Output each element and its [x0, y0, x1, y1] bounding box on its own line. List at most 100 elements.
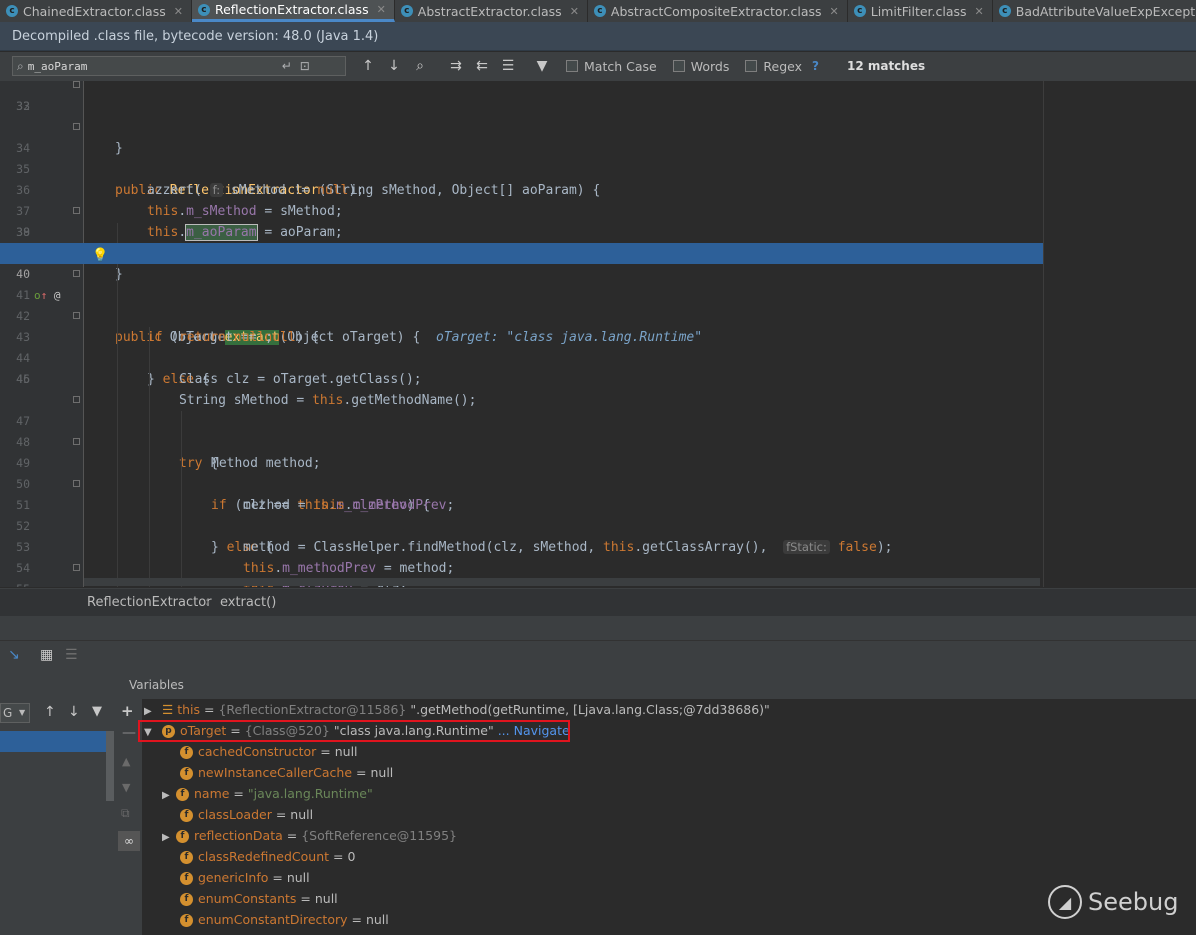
checkbox-box[interactable]	[745, 60, 758, 72]
add-occurrence-icon[interactable]: ⇉	[448, 58, 464, 74]
previous-occurrence-icon[interactable]: ↑	[360, 58, 376, 74]
evaluate-expression-icon[interactable]: ▦	[40, 647, 53, 663]
trace-icon[interactable]: ☰	[65, 647, 78, 663]
variable-row-field[interactable]: f newInstanceCallerCache = null	[180, 762, 393, 783]
tab-abstract-composite-extractor[interactable]: c AbstractCompositeExtractor.class ✕	[588, 0, 848, 22]
code-line: 44 Class clz = oTarget.getClass();	[0, 327, 1043, 387]
step-into-icon[interactable]: ↘	[8, 647, 20, 663]
words-label: Words	[690, 58, 730, 74]
equals-sign: =	[329, 849, 348, 864]
variable-row-field[interactable]: f genericInfo = null	[180, 867, 310, 888]
variable-row-field[interactable]: ▶ f reflectionData = {SoftReference@11595}	[162, 825, 457, 846]
close-icon[interactable]: ✕	[975, 5, 984, 18]
indent-guide	[149, 327, 150, 587]
search-icon[interactable]: ⌕	[13, 59, 28, 74]
close-icon[interactable]: ✕	[174, 5, 183, 18]
code-line: 43 } else {	[0, 306, 1043, 387]
arrow-down-icon[interactable]: ↓	[68, 704, 80, 720]
equals-sign: =	[200, 702, 219, 717]
variable-row-this[interactable]: ▶ ☰ this = {ReflectionExtractor@11586} ".…	[144, 699, 770, 720]
variable-value: "java.lang.Runtime"	[247, 786, 373, 801]
next-occurrence-icon[interactable]: ↓	[386, 58, 402, 74]
class-icon: c	[197, 3, 210, 16]
fold-marker[interactable]	[73, 123, 80, 130]
fold-marker[interactable]	[73, 270, 80, 277]
variable-name: reflectionData	[194, 828, 283, 843]
abstract-class-icon: c	[400, 5, 413, 17]
variable-row-field[interactable]: f enumConstants = null	[180, 888, 338, 909]
fold-marker[interactable]	[73, 81, 80, 88]
list-icon: ☰	[161, 702, 174, 717]
equals-sign: =	[229, 786, 248, 801]
clear-icon[interactable]: ⊡	[296, 59, 314, 73]
breadcrumb-class[interactable]: ReflectionExtractor	[87, 589, 212, 617]
close-icon[interactable]: ✕	[570, 5, 579, 18]
search-field[interactable]: ⌕ ↵ ⊡	[12, 56, 346, 76]
variable-value: 0	[347, 849, 356, 864]
variable-row-field[interactable]: f enumConstantDirectory = null	[180, 909, 389, 930]
remove-watch-icon[interactable]: —	[122, 725, 136, 741]
code-line: 53 this.m_methodPrev = method;	[0, 516, 1043, 576]
new-line-icon[interactable]: ↵	[278, 59, 296, 73]
fold-marker[interactable]	[73, 207, 80, 214]
tab-chained-extractor[interactable]: c ChainedExtractor.class ✕	[0, 0, 192, 22]
field-icon: f	[180, 872, 193, 885]
checkbox-box[interactable]	[672, 60, 685, 72]
regex-help-link[interactable]: ?	[812, 59, 819, 73]
fold-marker[interactable]	[73, 312, 80, 319]
variable-value: null	[286, 870, 310, 885]
close-icon[interactable]: ✕	[830, 5, 839, 18]
selected-frame[interactable]	[0, 731, 108, 752]
code-line: 54 this.m_clzPrev = clz;	[0, 537, 1043, 587]
expand-arrow-icon[interactable]: ▶	[162, 785, 176, 806]
fold-marker[interactable]	[73, 480, 80, 487]
tab-bad-attribute[interactable]: c BadAttributeValueExpException.java	[993, 0, 1196, 22]
lightbulb-icon[interactable]: 💡	[92, 245, 108, 266]
variable-value: null	[314, 891, 338, 906]
fold-marker[interactable]	[73, 564, 80, 571]
fold-marker[interactable]	[73, 438, 80, 445]
code-line: 49 if (clz == this.m_clzPrev) {	[0, 432, 1043, 513]
checkbox-box[interactable]	[566, 60, 578, 72]
close-icon[interactable]: ✕	[377, 3, 386, 16]
filter-icon[interactable]: ▼	[92, 704, 102, 719]
breadcrumb: ReflectionExtractor › extract()	[0, 588, 1196, 617]
expand-arrow-icon[interactable]: ▶	[144, 701, 158, 722]
move-up-icon[interactable]: ▲	[122, 755, 130, 768]
horizontal-scrollbar[interactable]	[84, 578, 1040, 586]
code-editor[interactable]: 32 } 33 34 public ReflectionExtractor(St…	[0, 81, 1043, 587]
tab-reflection-extractor[interactable]: c ReflectionExtractor.class ✕	[191, 0, 395, 22]
variable-row-field[interactable]: ▶ f name = "java.lang.Runtime"	[162, 783, 373, 804]
remove-occurrence-icon[interactable]: ⇇	[474, 58, 490, 74]
find-all-icon[interactable]: ⌕	[412, 58, 428, 74]
search-input[interactable]	[27, 59, 278, 73]
variable-name: classRedefinedCount	[198, 849, 330, 864]
copy-icon[interactable]: ⧉	[121, 806, 130, 821]
filter-icon[interactable]: ▼	[534, 58, 550, 74]
variables-tab[interactable]: Variables	[129, 678, 184, 692]
add-watch-icon[interactable]: +	[121, 702, 134, 720]
frames-scrollbar[interactable]	[106, 731, 114, 801]
breadcrumb-method[interactable]: extract()	[220, 589, 276, 617]
select-all-occurrences-icon[interactable]: ☰	[500, 58, 516, 74]
decompiled-banner: Decompiled .class file, bytecode version…	[0, 22, 1196, 51]
words-checkbox[interactable]: Words	[672, 58, 730, 74]
arrow-up-icon[interactable]: ↑	[44, 704, 56, 720]
tab-abstract-extractor[interactable]: c AbstractExtractor.class ✕	[395, 0, 588, 22]
thread-selector[interactable]: G ▼	[0, 703, 30, 723]
show-watches-icon[interactable]: ∞	[118, 831, 140, 851]
equals-sign: =	[347, 912, 366, 927]
match-case-checkbox[interactable]: Match Case	[566, 59, 657, 74]
thread-selector-value: G	[3, 706, 13, 720]
expand-arrow-icon[interactable]: ▶	[162, 827, 176, 848]
variable-row-field[interactable]: f classRedefinedCount = 0	[180, 846, 355, 867]
variable-row-field[interactable]: f cachedConstructor = null	[180, 741, 358, 762]
code-line: 32 }	[0, 81, 1043, 156]
search-tools: ↑ ↓ ⌕ ⇉ ⇇ ☰ ▼ Match Case Words Regex ? 1…	[360, 58, 925, 74]
field-icon: f	[180, 746, 193, 759]
regex-checkbox[interactable]: Regex	[745, 59, 802, 74]
tab-limit-filter[interactable]: c LimitFilter.class ✕	[848, 0, 993, 22]
move-down-icon[interactable]: ▼	[122, 781, 130, 794]
variable-row-field[interactable]: f classLoader = null	[180, 804, 313, 825]
fold-marker[interactable]	[73, 396, 80, 403]
